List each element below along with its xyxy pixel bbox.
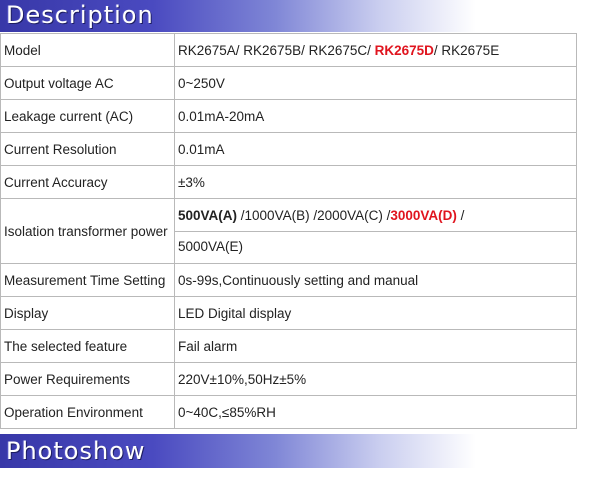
row-label: Current Accuracy xyxy=(0,165,175,199)
row-spacer xyxy=(576,198,610,264)
table-row: Current Resolution 0.01mA xyxy=(0,132,610,166)
table-row: Isolation transformer power 500VA(A) /10… xyxy=(0,198,610,264)
table-row: Operation Environment 0~40C,≤85%RH xyxy=(0,395,610,429)
row-value: LED Digital display xyxy=(174,296,577,330)
table-row: The selected feature Fail alarm xyxy=(0,329,610,363)
row-spacer xyxy=(576,33,610,67)
row-label: Measurement Time Setting xyxy=(0,263,175,297)
row-spacer xyxy=(576,99,610,133)
row-label: Output voltage AC xyxy=(0,66,175,100)
row-label-model: Model xyxy=(0,33,175,67)
table-row: Output voltage AC 0~250V xyxy=(0,66,610,100)
isolation-options-bc: /1000VA(B) /2000VA(C) / xyxy=(237,207,391,223)
table-row: Model RK2675A/ RK2675B/ RK2675C/ RK2675D… xyxy=(0,33,610,67)
row-value: 0~40C,≤85%RH xyxy=(174,395,577,429)
row-label: Display xyxy=(0,296,175,330)
description-banner: Description xyxy=(0,0,610,32)
model-list-tail: / RK2675E xyxy=(433,42,500,58)
table-row: Power Requirements 220V±10%,50Hz±5% xyxy=(0,362,610,396)
row-label: Leakage current (AC) xyxy=(0,99,175,133)
row-spacer xyxy=(576,132,610,166)
row-value: 0~250V xyxy=(174,66,577,100)
row-label-isolation: Isolation transformer power xyxy=(0,198,175,264)
row-label: Power Requirements xyxy=(0,362,175,396)
row-label: The selected feature xyxy=(0,329,175,363)
row-spacer xyxy=(576,395,610,429)
table-row: Measurement Time Setting 0s-99s,Continuo… xyxy=(0,263,610,297)
isolation-line-1: 500VA(A) /1000VA(B) /2000VA(C) /3000VA(D… xyxy=(178,201,576,231)
row-spacer xyxy=(576,165,610,199)
model-list: RK2675A/ RK2675B/ RK2675C/ xyxy=(178,42,375,58)
row-value-model: RK2675A/ RK2675B/ RK2675C/ RK2675D/ RK26… xyxy=(174,33,577,67)
row-spacer xyxy=(576,66,610,100)
row-value: 0s-99s,Continuously setting and manual xyxy=(174,263,577,297)
table-row: Display LED Digital display xyxy=(0,296,610,330)
row-value: 0.01mA xyxy=(174,132,577,166)
row-spacer xyxy=(576,296,610,330)
row-value: ±3% xyxy=(174,165,577,199)
row-value: Fail alarm xyxy=(174,329,577,363)
photoshow-heading: Photoshow xyxy=(6,437,146,465)
row-spacer xyxy=(576,362,610,396)
highlighted-model: RK2675D xyxy=(374,42,434,58)
table-row: Current Accuracy ±3% xyxy=(0,165,610,199)
row-value-isolation: 500VA(A) /1000VA(B) /2000VA(C) /3000VA(D… xyxy=(174,198,577,264)
row-label: Current Resolution xyxy=(0,132,175,166)
row-spacer xyxy=(576,263,610,297)
row-label: Operation Environment xyxy=(0,395,175,429)
row-value: 220V±10%,50Hz±5% xyxy=(174,362,577,396)
spec-table: Model RK2675A/ RK2675B/ RK2675C/ RK2675D… xyxy=(0,33,610,429)
isolation-line-2: 5000VA(E) xyxy=(175,230,576,262)
isolation-option-d: 3000VA(D) xyxy=(390,207,457,223)
row-spacer xyxy=(576,329,610,363)
description-heading: Description xyxy=(6,1,154,29)
table-row: Leakage current (AC) 0.01mA-20mA xyxy=(0,99,610,133)
isolation-option-a: 500VA(A) xyxy=(178,207,238,223)
photoshow-banner: Photoshow xyxy=(0,434,610,468)
row-value: 0.01mA-20mA xyxy=(174,99,577,133)
isolation-separator: / xyxy=(456,207,465,223)
